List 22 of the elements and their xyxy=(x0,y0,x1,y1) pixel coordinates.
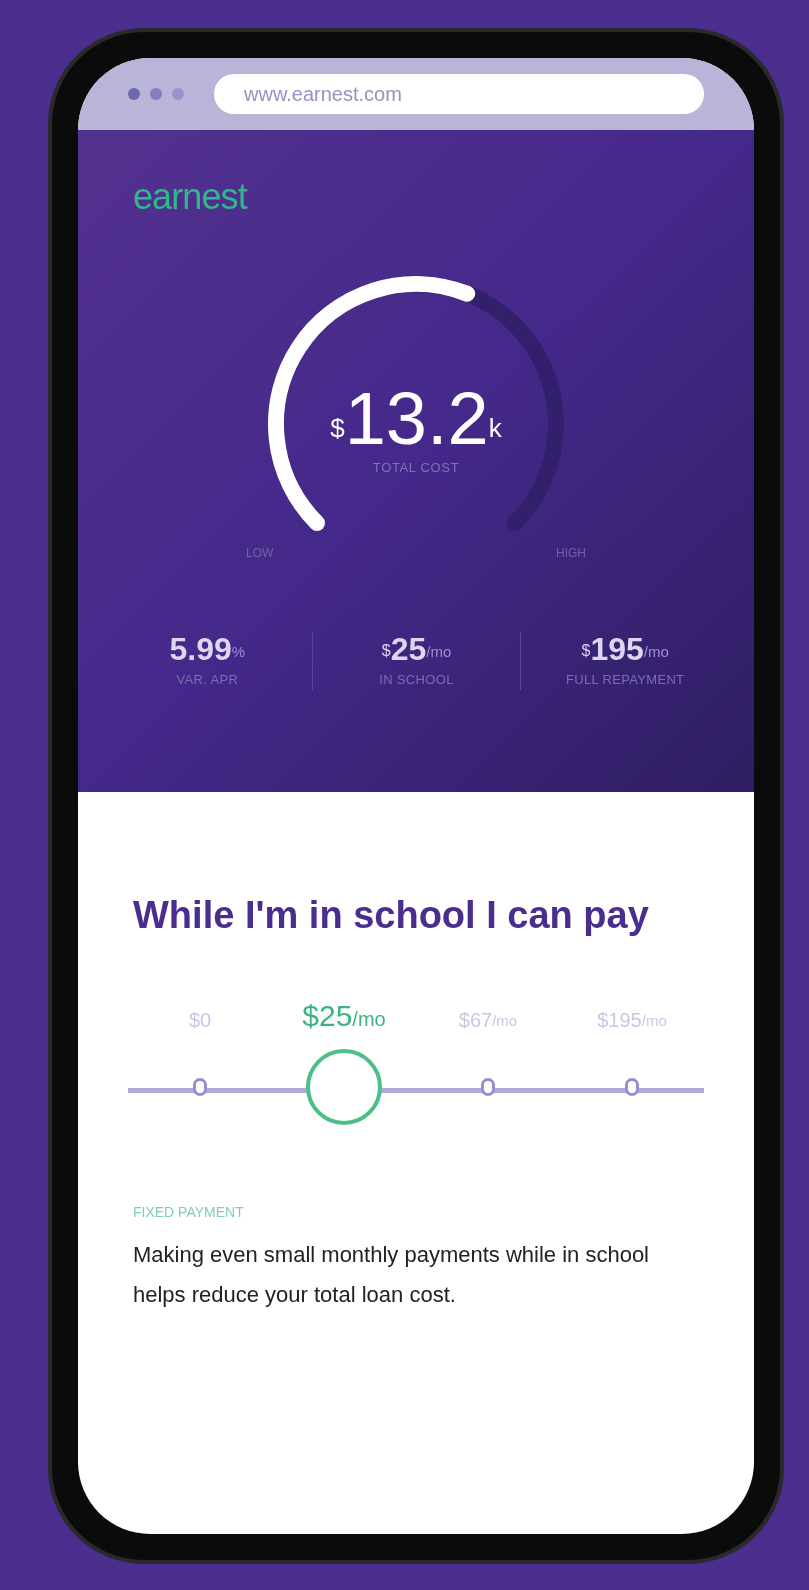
gauge-min-label: LOW xyxy=(246,545,274,562)
payment-option-label[interactable]: $25/mo xyxy=(302,992,386,1032)
payment-option-label[interactable]: $195/mo xyxy=(597,992,667,1032)
caption: FIXED PAYMENT xyxy=(133,1203,245,1222)
gauge-max-label: HIGH xyxy=(556,545,586,562)
total-cost-label: TOTAL COST xyxy=(372,459,460,477)
stat-value: 5.99% xyxy=(169,632,246,666)
address-field[interactable]: www.earnest.com xyxy=(214,74,704,114)
stat-label: VAR. APR xyxy=(176,671,239,689)
slider-stop[interactable] xyxy=(193,1078,207,1096)
payment-option-label[interactable]: $67/mo xyxy=(458,992,518,1032)
payment-option-label[interactable]: $0 xyxy=(188,992,212,1032)
section-heading: While I'm in school I can pay xyxy=(133,893,650,938)
stat-value: $195/mo xyxy=(581,632,669,666)
logo[interactable]: earnest xyxy=(133,170,247,224)
description: Making even small monthly payments while in school helps reduce your total loan cost. xyxy=(133,1241,650,1309)
slider-stop[interactable] xyxy=(481,1078,495,1096)
stat-label: IN SCHOOL xyxy=(379,671,454,689)
stat-value: $25/mo xyxy=(381,632,452,666)
total-cost-value: $13.2k xyxy=(330,382,502,456)
stat-label: FULL REPAYMENT xyxy=(565,671,685,689)
slider-stop[interactable] xyxy=(625,1078,639,1096)
